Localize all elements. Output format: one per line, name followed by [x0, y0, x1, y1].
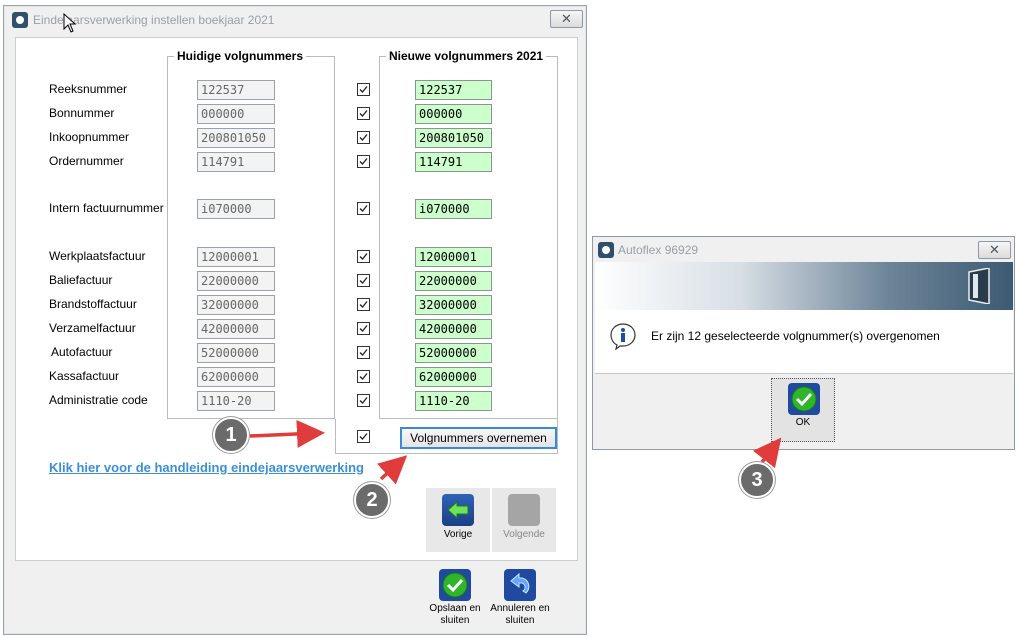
arrow-3 — [752, 437, 782, 469]
annotation-3: 3 — [739, 462, 775, 498]
annotation-2: 2 — [354, 482, 390, 518]
annotation-arrows — [249, 419, 782, 485]
arrow-1 — [249, 419, 325, 448]
annotation-1: 1 — [213, 417, 249, 453]
arrow-2 — [377, 455, 408, 485]
